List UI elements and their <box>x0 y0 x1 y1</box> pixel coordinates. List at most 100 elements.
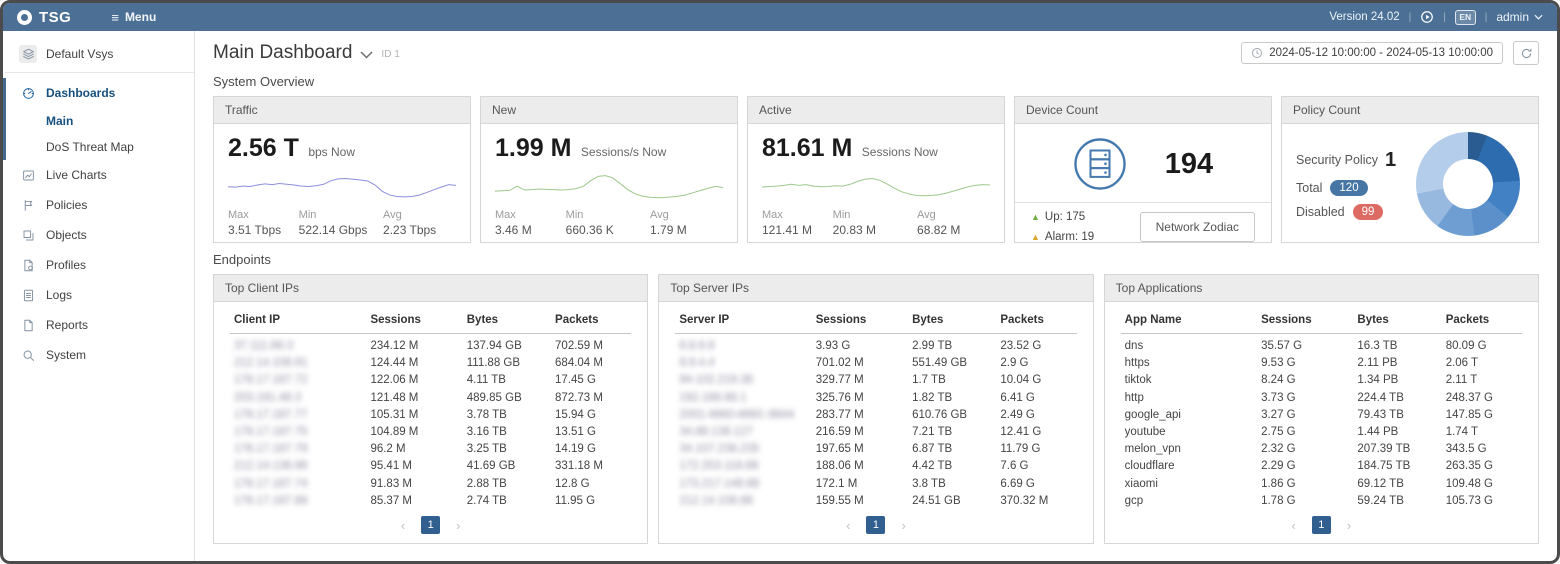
row-value-cell: 701.02 M <box>815 357 864 370</box>
magnifier-icon <box>19 346 37 364</box>
row-value-cell: 2.74 TB <box>466 494 507 507</box>
row-value-cell: 325.76 M <box>815 391 864 404</box>
row-value-cell: 6.87 TB <box>912 443 953 456</box>
row-value-cell: 105.31 M <box>370 408 419 421</box>
topbar: TSG ≡ Menu Version 24.02 | | EN | admin <box>3 3 1557 31</box>
help-circle-icon[interactable] <box>1420 10 1434 24</box>
pagination-next[interactable]: › <box>1347 519 1351 532</box>
doc-icon <box>19 316 37 334</box>
pagination-page-1[interactable]: 1 <box>866 516 886 534</box>
row-key-cell: 172.253.118.88 <box>679 460 759 473</box>
sidebar-item-label: Policies <box>46 198 88 212</box>
row-value-cell: 3.73 G <box>1261 391 1296 404</box>
row-value-cell: 109.48 G <box>1445 477 1494 490</box>
doc-badge-icon <box>19 256 37 274</box>
network-zodiac-button[interactable]: Network Zodiac <box>1139 212 1255 242</box>
pagination-prev[interactable]: ‹ <box>401 519 405 532</box>
user-menu[interactable]: admin <box>1496 10 1543 24</box>
date-range-picker[interactable]: 2024-05-12 10:00:00 - 2024-05-13 10:00:0… <box>1241 42 1503 64</box>
sidebar-item-system[interactable]: System <box>3 340 194 370</box>
row-value-cell: 489.85 GB <box>466 391 522 404</box>
active-sessions-avg: 68.82 M <box>917 223 961 237</box>
sidebar-item-default-vsys[interactable]: Default Vsys <box>3 39 194 73</box>
pagination-page-1[interactable]: 1 <box>421 516 441 534</box>
menu-button[interactable]: ≡ Menu <box>111 10 156 24</box>
row-key-cell: xiaomi <box>1124 477 1158 490</box>
row-key-cell: 2001:4860:4860::8844 <box>679 408 795 421</box>
refresh-button[interactable] <box>1513 41 1539 65</box>
row-value-cell: 105.73 G <box>1445 494 1494 507</box>
new-sessions-min: 660.36 K <box>565 223 614 237</box>
row-value-cell: 2.11 T <box>1445 374 1478 387</box>
table-row: 172.253.118.88 188.06 M 4.42 TB 7.6 G <box>675 458 1076 475</box>
row-value-cell: 17.45 G <box>555 374 596 387</box>
row-value-cell: 329.77 M <box>815 374 864 387</box>
row-value-cell: 147.85 G <box>1445 408 1494 421</box>
dashboard-selector-chevron-icon[interactable] <box>360 48 373 59</box>
pagination-next[interactable]: › <box>456 519 460 532</box>
sidebar-item-dashboard-main[interactable]: Main <box>3 108 194 134</box>
table-row: 37.111.88.3 234.12 M 137.94 GB 702.59 M <box>230 334 631 355</box>
row-value-cell: 684.04 M <box>555 357 603 370</box>
row-key-cell: tiktok <box>1124 374 1152 387</box>
row-value-cell: 85.37 M <box>370 494 412 507</box>
row-key-cell: 212.14.138.88 <box>234 460 308 473</box>
language-badge[interactable]: EN <box>1454 9 1476 25</box>
row-key-cell: youtube <box>1124 425 1166 438</box>
active-sessions-unit: Sessions Now <box>861 145 938 159</box>
column-header: App Name <box>1124 314 1182 326</box>
sidebar-item-logs[interactable]: Logs <box>3 280 194 310</box>
sidebar-item-dos-threat-map[interactable]: DoS Threat Map <box>3 134 194 160</box>
sidebar-item-profiles[interactable]: Profiles <box>3 250 194 280</box>
sidebar-item-reports[interactable]: Reports <box>3 310 194 340</box>
row-value-cell: 14.19 G <box>555 443 596 456</box>
row-value-cell: 1.86 G <box>1261 477 1296 490</box>
row-value-cell: 7.6 G <box>1000 460 1029 473</box>
row-key-cell: 192.168.88.1 <box>679 391 747 404</box>
row-value-cell: 12.8 G <box>555 477 590 490</box>
pagination-prev[interactable]: ‹ <box>1291 519 1295 532</box>
row-key-cell: 178.17.187.88 <box>234 494 308 507</box>
sidebar-item-policies[interactable]: Policies <box>3 190 194 220</box>
table-row: https 9.53 G 2.11 PB 2.06 T <box>1121 355 1522 372</box>
table-row: 203.191.48.3 121.48 M 489.85 GB 872.73 M <box>230 389 631 406</box>
row-value-cell: 13.51 G <box>555 425 596 438</box>
row-value-cell: 2.9 G <box>1000 357 1029 370</box>
data-table: Server IP Sessions Bytes Packets 8.8.8.8 3.93… <box>675 306 1077 509</box>
min-label: Min <box>565 209 584 221</box>
min-label: Min <box>298 209 317 221</box>
pagination-page-1[interactable]: 1 <box>1311 516 1331 534</box>
sidebar-item-label: Live Charts <box>46 168 107 182</box>
table-title: Top Client IPs <box>214 275 648 302</box>
row-value-cell: 95.41 M <box>370 460 412 473</box>
row-value-cell: 23.52 G <box>1000 340 1042 352</box>
table-row: 178.17.187.74 91.83 M 2.88 TB 12.8 G <box>230 475 631 492</box>
devices-alarm-label: Alarm: 19 <box>1044 231 1095 243</box>
table-row: 212.14.138.88 95.41 M 41.69 GB 331.18 M <box>230 458 631 475</box>
table-row: 178.17.187.79 96.2 M 3.25 TB 14.19 G <box>230 441 631 458</box>
table-card-top-server-ips: Top Server IPs Server IP Sessions Bytes Pack… <box>658 274 1094 544</box>
table-row: 94.102.219.38 329.77 M 1.7 TB 10.04 G <box>675 372 1076 389</box>
sidebar-item-objects[interactable]: Objects <box>3 220 194 250</box>
pagination-next[interactable]: › <box>901 519 905 532</box>
pagination-prev[interactable]: ‹ <box>846 519 850 532</box>
sidebar-item-live-charts[interactable]: Live Charts <box>3 160 194 190</box>
row-key-cell: 178.17.187.72 <box>234 374 308 387</box>
menu-label: Menu <box>124 10 157 24</box>
sidebar-item-label: DoS Threat Map <box>46 140 134 154</box>
row-value-cell: 610.76 GB <box>912 408 968 421</box>
new-sessions-sparkline <box>495 166 723 204</box>
active-sessions-card: Active 81.61 M Sessions Now Max 121.41 M … <box>747 96 1005 243</box>
hamburger-icon: ≡ <box>111 9 119 25</box>
sidebar-item-dashboards[interactable]: Dashboards <box>3 78 194 108</box>
row-value-cell: 2.06 T <box>1445 357 1479 370</box>
row-value-cell: 122.06 M <box>370 374 419 387</box>
new-sessions-max: 3.46 M <box>495 223 532 237</box>
row-key-cell: 34.88.138.127 <box>679 425 753 438</box>
table-row: youtube 2.75 G 1.44 PB 1.74 T <box>1121 423 1522 440</box>
security-policy-label: Security Policy <box>1296 153 1378 167</box>
layers-icon <box>19 45 37 63</box>
sidebar-item-label: Reports <box>46 318 89 332</box>
max-label: Max <box>762 209 783 221</box>
row-value-cell: 3.78 TB <box>466 408 507 421</box>
